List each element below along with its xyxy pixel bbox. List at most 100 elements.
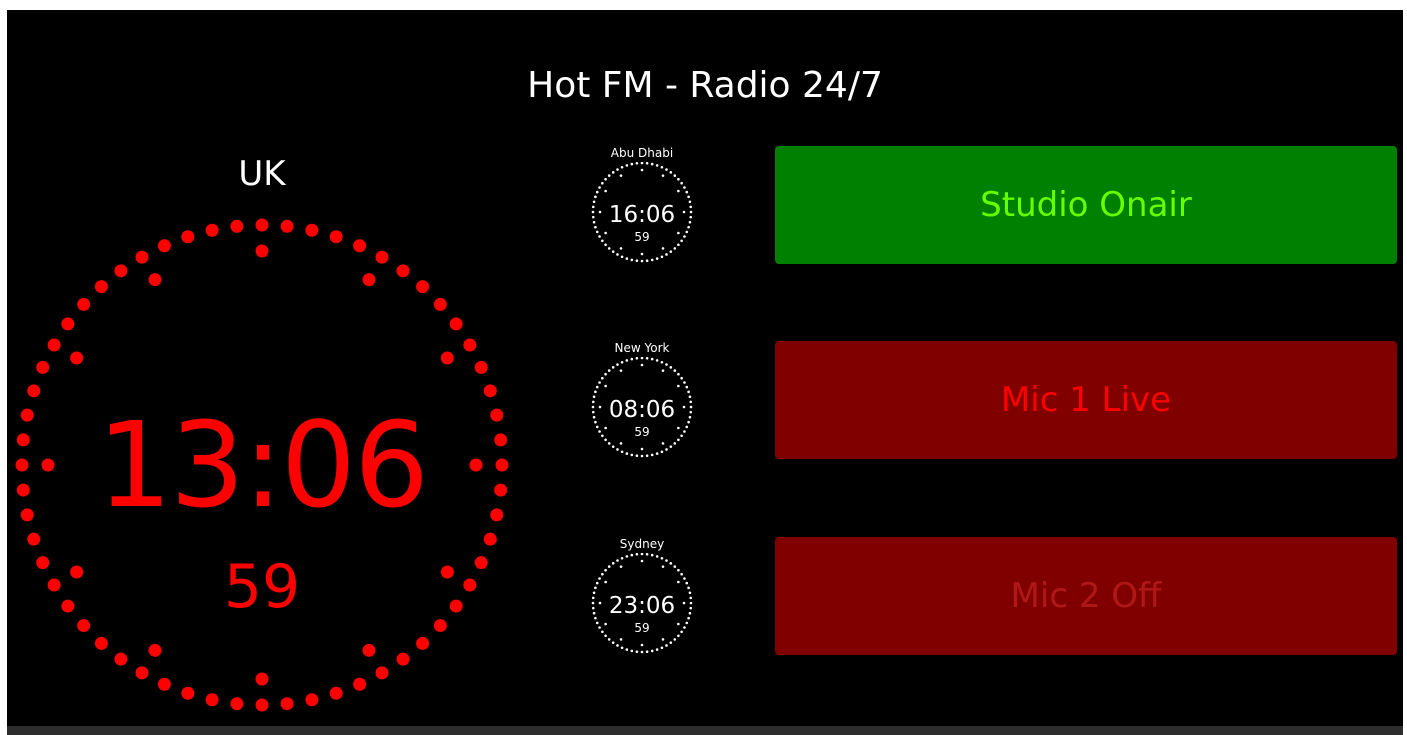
second-dot: [685, 385, 689, 389]
hour-marker-dot: [677, 580, 680, 584]
second-dot: [630, 649, 634, 653]
main-clock-seconds: 59: [223, 552, 301, 622]
second-dot: [598, 577, 601, 580]
second-dot: [620, 646, 624, 650]
second-dot: [494, 483, 508, 497]
second-dot: [490, 408, 504, 422]
second-dot: [660, 165, 664, 169]
second-dot: [157, 239, 171, 253]
second-dot: [463, 578, 477, 592]
hour-marker-dot: [604, 580, 607, 584]
hour-marker-dot: [677, 384, 680, 388]
second-dot: [416, 280, 430, 294]
second-dot: [660, 360, 664, 364]
second-dot: [655, 648, 659, 651]
second-dot: [20, 408, 34, 422]
second-dot: [625, 648, 629, 651]
hour-marker-dot: [661, 174, 665, 177]
second-dot: [305, 693, 319, 707]
second-dot: [625, 452, 629, 455]
second-dot: [625, 359, 629, 362]
second-dot: [280, 219, 294, 233]
second-dot: [655, 555, 659, 558]
main-clock-time: 13:06: [96, 396, 429, 534]
world-clock-abu-dhabi: Abu Dhabi 16:06 59: [582, 146, 702, 280]
second-dot: [645, 259, 649, 263]
second-dot: [16, 433, 30, 447]
status-label: Mic 2 Off: [1010, 576, 1162, 616]
second-dot: [604, 372, 607, 376]
second-dot: [416, 636, 430, 650]
hour-marker-dot: [619, 565, 623, 568]
world-clock-sydney: Sydney 23:06 59: [582, 537, 702, 671]
second-dot: [230, 697, 244, 711]
second-dot: [255, 218, 269, 232]
second-dot: [630, 357, 634, 361]
hour-marker-dot: [661, 442, 665, 445]
second-dot: [495, 458, 509, 472]
second-dot: [77, 619, 91, 633]
second-dot: [669, 171, 673, 174]
hour-marker-dot: [440, 565, 454, 579]
second-dot: [660, 646, 664, 650]
second-dot: [683, 577, 686, 580]
mic-1-indicator: Mic 1 Live: [775, 341, 1397, 459]
second-dot: [635, 259, 639, 263]
second-dot: [607, 442, 611, 445]
second-dot: [181, 686, 195, 700]
second-dot: [655, 359, 659, 362]
second-dot: [665, 644, 668, 647]
second-dot: [280, 697, 294, 711]
second-dot: [353, 677, 367, 691]
second-dot: [665, 168, 668, 171]
hour-marker-dot: [640, 559, 644, 563]
world-clock-time: 08:06: [608, 397, 676, 423]
second-dot: [114, 652, 128, 666]
second-dot: [677, 177, 680, 181]
second-dot: [673, 369, 677, 372]
second-dot: [645, 454, 649, 458]
second-dot: [135, 250, 149, 264]
second-dot: [474, 360, 488, 374]
second-dot: [157, 677, 171, 691]
second-dot: [490, 508, 504, 522]
second-dot: [483, 384, 497, 398]
second-dot: [630, 553, 634, 557]
second-dot: [27, 384, 41, 398]
second-dot: [669, 641, 673, 644]
second-dot: [611, 171, 615, 174]
second-dot: [607, 174, 611, 177]
second-dot: [620, 556, 624, 560]
second-dot: [616, 363, 619, 366]
hour-marker-dot: [255, 244, 269, 258]
second-dot: [635, 454, 639, 458]
hour-marker-dot: [640, 447, 644, 451]
second-dot: [625, 164, 629, 167]
hour-marker-dot: [661, 638, 665, 641]
second-dot: [620, 165, 624, 169]
second-dot: [255, 698, 269, 712]
second-dot: [36, 556, 50, 570]
second-dot: [205, 693, 219, 707]
main-clock-label: UK: [238, 154, 286, 194]
second-dot: [616, 559, 619, 562]
second-dot: [687, 195, 690, 199]
second-dot: [47, 338, 61, 352]
second-dot: [598, 186, 601, 189]
second-dot: [645, 162, 649, 165]
second-dot: [650, 553, 654, 557]
second-dot: [433, 619, 447, 633]
hour-marker-dot: [640, 363, 644, 367]
hour-marker-dot: [148, 273, 162, 287]
hour-marker-dot: [640, 643, 644, 647]
second-dot: [94, 280, 108, 294]
second-dot: [463, 338, 477, 352]
second-dot: [620, 450, 624, 454]
second-dot: [630, 258, 634, 262]
second-dot: [114, 264, 128, 278]
second-dot: [594, 390, 597, 394]
second-dot: [607, 247, 611, 250]
second-dot: [673, 638, 677, 641]
second-dot: [655, 164, 659, 167]
second-dot: [15, 458, 29, 472]
